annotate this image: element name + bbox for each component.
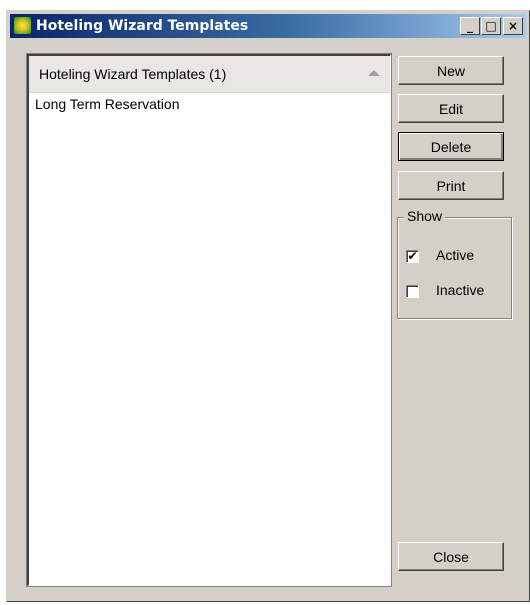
- list-column-header-label: Hoteling Wizard Templates (1): [39, 66, 227, 82]
- title-bar[interactable]: Hoteling Wizard Templates _ □ ×: [10, 14, 526, 38]
- active-checkbox-label[interactable]: Active: [436, 247, 474, 263]
- maximize-icon: □: [485, 19, 497, 33]
- print-button[interactable]: Print: [398, 171, 504, 200]
- close-button[interactable]: Close: [398, 542, 504, 571]
- app-icon: [14, 17, 31, 34]
- show-groupbox-label: Show: [404, 208, 446, 224]
- show-groupbox: Show ✔ Active Inactive: [397, 208, 512, 319]
- inactive-checkbox-label[interactable]: Inactive: [436, 282, 484, 298]
- sort-ascending-icon: [368, 70, 380, 76]
- edit-button[interactable]: Edit: [398, 94, 504, 123]
- inactive-checkbox[interactable]: [406, 285, 419, 298]
- minimize-button[interactable]: _: [460, 17, 480, 35]
- window-title: Hoteling Wizard Templates: [36, 18, 249, 34]
- hoteling-wizard-templates-window: Hoteling Wizard Templates _ □ × Hoteling…: [6, 10, 530, 602]
- close-window-button[interactable]: ×: [503, 17, 523, 35]
- list-item[interactable]: Long Term Reservation: [35, 96, 179, 112]
- list-column-header[interactable]: Hoteling Wizard Templates (1): [29, 56, 390, 93]
- minimize-icon: _: [467, 19, 473, 33]
- maximize-button[interactable]: □: [481, 17, 501, 35]
- active-checkbox[interactable]: ✔: [406, 250, 419, 263]
- delete-button[interactable]: Delete: [398, 132, 504, 161]
- templates-list[interactable]: Hoteling Wizard Templates (1) Long Term …: [26, 53, 392, 587]
- close-icon: ×: [507, 19, 519, 33]
- new-button[interactable]: New: [398, 56, 504, 85]
